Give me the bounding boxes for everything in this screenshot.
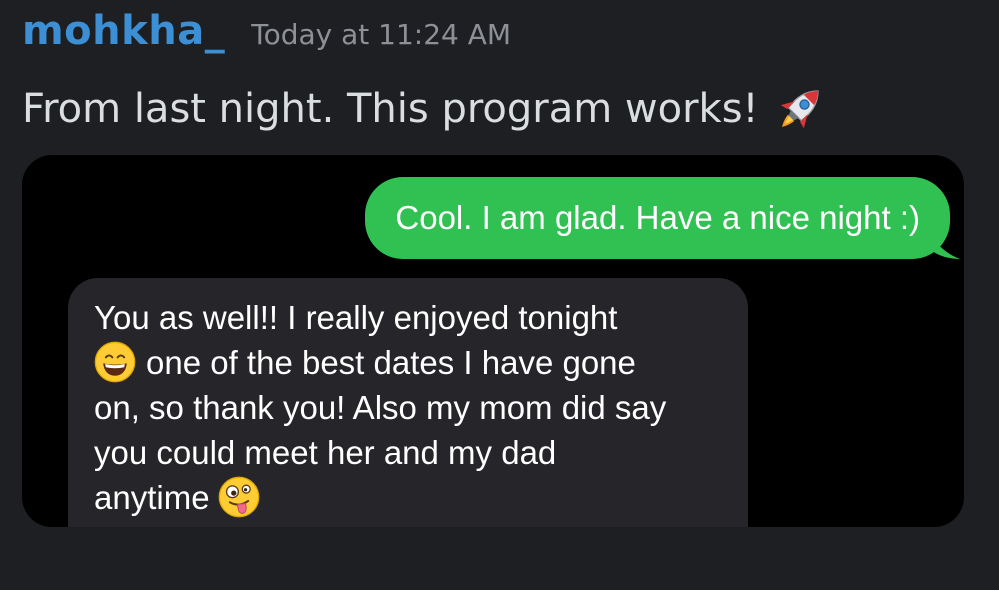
timestamp[interactable]: Today at 11:24 AM — [251, 18, 511, 51]
message-text: From last night. This program works! — [22, 86, 759, 132]
bubble-tail-icon — [930, 233, 960, 259]
message-header: mohkha_ Today at 11:24 AM — [22, 8, 511, 54]
received-line-1: You as well!! I really enjoyed tonight — [94, 299, 618, 336]
username[interactable]: mohkha_ — [22, 8, 225, 54]
received-line-4: you could meet her and my dad — [94, 434, 557, 471]
grinning-face-icon — [94, 341, 136, 383]
received-message-bubble: You as well!! I really enjoyed tonight o… — [68, 278, 748, 527]
sent-message-bubble: Cool. I am glad. Have a nice night :) — [365, 177, 950, 259]
received-line-2: one of the best dates I have gone — [146, 344, 636, 381]
chat-message: mohkha_ Today at 11:24 AM From last nigh… — [0, 0, 999, 590]
screenshot-attachment[interactable]: Cool. I am glad. Have a nice night :) Yo… — [22, 155, 964, 527]
received-line-2-wrap: one of the best dates I have gone — [94, 340, 722, 385]
message-content: From last night. This program works! — [22, 80, 829, 138]
rocket-icon — [780, 90, 819, 129]
received-line-5-wrap: anytime — [94, 475, 722, 520]
received-line-5: anytime — [94, 479, 210, 516]
received-line-3: on, so thank you! Also my mom did say — [94, 389, 667, 426]
zany-face-icon — [218, 476, 259, 518]
